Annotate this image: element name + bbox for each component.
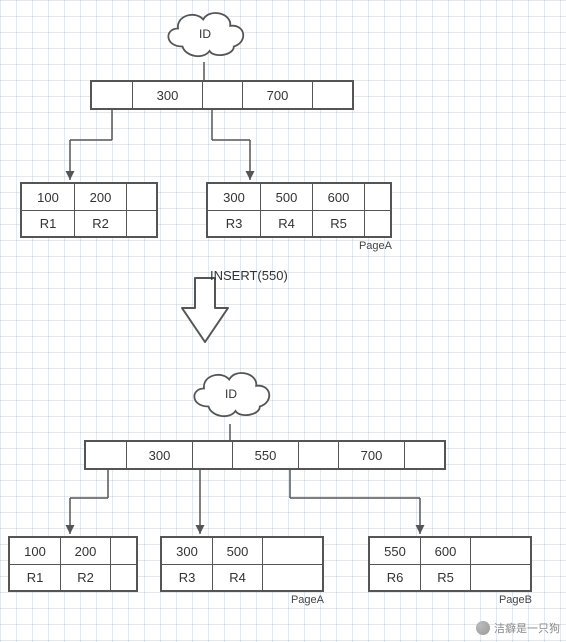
leaf-ref: R2 — [74, 210, 126, 236]
watermark-icon — [476, 621, 490, 635]
leaf-ref: R4 — [260, 210, 312, 236]
leaf-ref: R6 — [370, 564, 420, 590]
watermark: 洁癖是一只狗 — [476, 620, 560, 636]
bottom-root: 300 550 700 — [84, 440, 446, 470]
top-cloud-label: ID — [199, 27, 211, 41]
bottom-cloud-label: ID — [225, 387, 237, 401]
top-root: 300 700 — [90, 80, 354, 110]
transition-arrow-icon — [180, 276, 230, 346]
bottom-root-key: 550 — [232, 442, 298, 468]
leaf-ref: R2 — [60, 564, 110, 590]
top-leaf-1: 100 200 R1 R2 — [20, 182, 158, 238]
bottom-leaf-2: 300 500 R3 R4 PageA — [160, 536, 324, 606]
leaf-key: 500 — [212, 538, 262, 564]
leaf-key: 300 — [162, 538, 212, 564]
leaf-ref: R1 — [10, 564, 60, 590]
page-label: PageA — [160, 592, 324, 606]
leaf-key: 600 — [312, 184, 364, 210]
watermark-text: 洁癖是一只狗 — [494, 620, 560, 636]
leaf-ref: R1 — [22, 210, 74, 236]
transition-label: INSERT(550) — [210, 268, 288, 283]
top-leaf-2: 300 500 600 R3 R4 R5 PageA — [206, 182, 392, 252]
leaf-key: 600 — [420, 538, 470, 564]
leaf-key: 100 — [10, 538, 60, 564]
top-root-key: 300 — [132, 82, 202, 108]
leaf-ref: R3 — [208, 210, 260, 236]
leaf-key: 100 — [22, 184, 74, 210]
page-label: PageA — [206, 238, 392, 252]
leaf-ref: R4 — [212, 564, 262, 590]
leaf-ref: R3 — [162, 564, 212, 590]
bottom-leaf-3: 550 600 R6 R5 PageB — [368, 536, 532, 606]
leaf-key: 500 — [260, 184, 312, 210]
bottom-root-key: 300 — [126, 442, 192, 468]
leaf-key: 300 — [208, 184, 260, 210]
bottom-root-key: 700 — [338, 442, 404, 468]
leaf-key: 200 — [74, 184, 126, 210]
diagram-canvas: ID 300 700 100 200 R1 R2 300 50 — [0, 0, 566, 642]
bottom-cloud: ID — [186, 366, 276, 422]
top-root-key: 700 — [242, 82, 312, 108]
leaf-ref: R5 — [312, 210, 364, 236]
leaf-key: 200 — [60, 538, 110, 564]
top-cloud: ID — [160, 6, 250, 62]
leaf-ref: R5 — [420, 564, 470, 590]
page-label: PageB — [368, 592, 532, 606]
bottom-leaf-1: 100 200 R1 R2 — [8, 536, 138, 592]
leaf-key: 550 — [370, 538, 420, 564]
